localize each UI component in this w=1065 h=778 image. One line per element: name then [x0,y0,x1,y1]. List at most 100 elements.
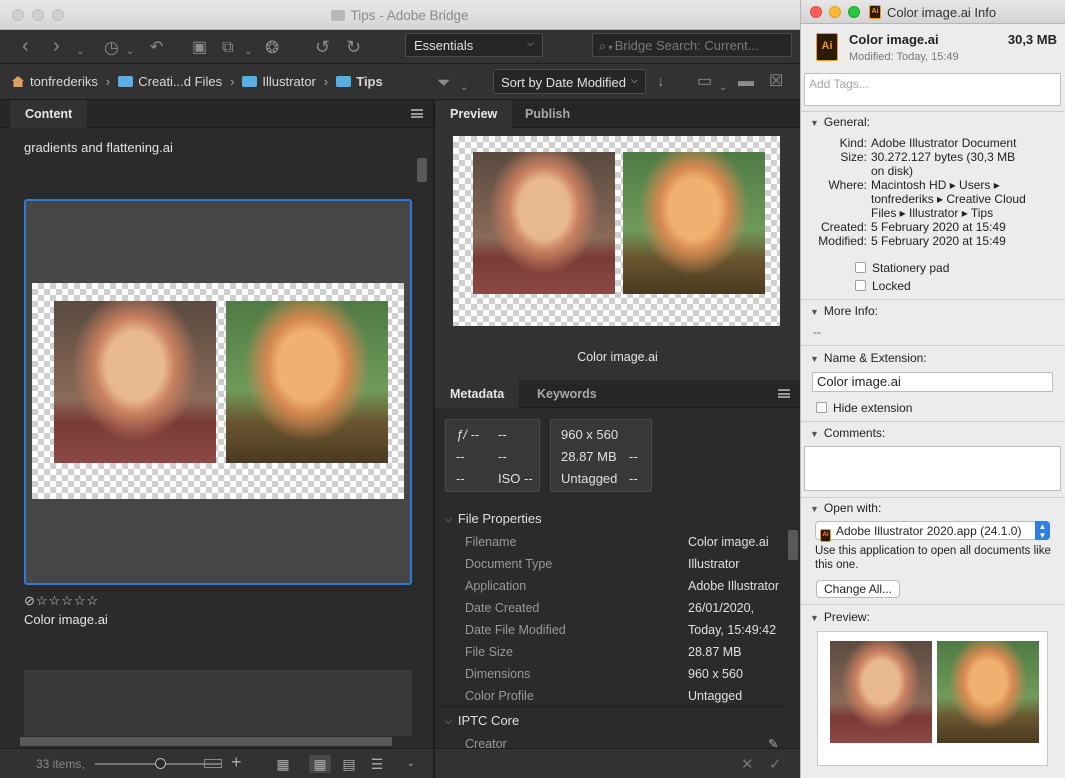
metadata-scrollbar[interactable] [786,510,800,748]
chevron-down-icon: ⌵ [631,75,638,85]
info-value: 5 February 2020 at 15:49 [871,234,1006,248]
locked-checkbox[interactable]: Locked [855,279,911,293]
star-icon[interactable]: ☆ [74,593,87,608]
open-recent-folder-icon[interactable]: ▭ [697,72,712,92]
breadcrumb-label: Illustrator [262,74,316,89]
general-section-header[interactable]: ▼ General: [810,115,870,129]
reject-icon[interactable]: ⊘ [24,593,36,608]
hide-extension-checkbox[interactable]: Hide extension [816,401,912,415]
sort-dropdown[interactable]: Sort by Date Modified ⌵ [493,69,646,94]
return-to-app-icon[interactable]: ↶ [150,38,163,58]
lock-thumbnail-grid-icon[interactable]: ▦ [272,755,294,773]
new-folder-icon[interactable]: ▬ [738,72,754,92]
folder-icon [336,76,352,87]
checkbox-box[interactable] [816,402,827,413]
info-modified: Modified: Today, 15:49 [849,51,959,63]
tab-publish[interactable]: Publish [510,100,585,128]
bridge-search-field[interactable]: ⌕ ▾ Bridge Search: Current... [592,33,792,57]
history-chevron-down-icon[interactable]: ⌄ [76,42,84,62]
back-icon[interactable]: ‹ [22,36,29,56]
checkbox-box[interactable] [855,280,866,291]
rotate-left-icon[interactable]: ↺ [315,37,330,57]
recent-folder-chevron-down-icon[interactable]: ⌄ [719,78,727,98]
bridge-window-title: Tips - Adobe Bridge [350,8,469,23]
section-divider [801,299,1065,300]
star-icon[interactable]: ☆ [36,593,49,608]
star-rating[interactable]: ⊘☆☆☆☆☆ [24,593,99,609]
plus-icon[interactable]: + [231,752,242,773]
minimize-window-button[interactable] [829,6,841,18]
close-window-button[interactable] [810,6,822,18]
selected-item-name[interactable]: Color image.ai [24,612,108,627]
tab-content[interactable]: Content [10,100,88,128]
apply-check-icon[interactable]: ✓ [769,755,782,773]
open-with-section-header[interactable]: ▼ Open with: [810,501,881,515]
sort-direction-arrow-icon[interactable]: ↓ [657,72,665,92]
change-all-button[interactable]: Change All... [816,580,901,598]
tab-metadata[interactable]: Metadata [435,380,520,408]
filter-chevron-down-icon[interactable]: ⌄ [460,78,468,98]
recent-clock-icon[interactable]: ◷ [104,38,119,58]
content-scrollbar[interactable] [415,128,429,736]
content-hscrollbar-thumb[interactable] [20,737,392,746]
star-icon[interactable]: ☆ [61,593,74,608]
property-row: File Size 28.87 MB [465,645,795,667]
image-data-value: -- [629,471,638,486]
breadcrumb-creative-cloud[interactable]: Creati...d Files [118,74,222,89]
thumbnail-card[interactable] [24,670,412,736]
info-key: Where: [828,178,867,192]
breadcrumb-illustrator[interactable]: Illustrator [242,74,316,89]
stationery-checkbox[interactable]: Stationery pad [855,261,949,275]
star-icon[interactable]: ☆ [87,593,100,608]
zoom-window-button[interactable] [848,6,860,18]
forward-icon[interactable]: › [53,36,60,56]
thumbnail-size-slider[interactable] [95,758,221,769]
name-field[interactable]: Color image.ai [812,372,1053,392]
tab-preview[interactable]: Preview [435,100,513,128]
tags-input[interactable]: Add Tags... [804,73,1061,106]
breadcrumb-home[interactable]: tonfrederiks [12,74,98,89]
view-list-icon[interactable]: ☰ [366,755,388,773]
comments-section-header[interactable]: ▼ Comments: [810,426,885,440]
file-properties-header[interactable]: ⌵ File Properties [445,511,542,526]
rotate-right-icon[interactable]: ↻ [346,37,361,57]
content-panel-menu-icon[interactable] [411,109,423,118]
selected-thumbnail-card[interactable] [24,199,412,585]
content-scrollbar-thumb[interactable] [417,158,427,182]
star-icon[interactable]: ☆ [49,593,62,608]
refine-icon[interactable]: ⧉ [222,38,233,58]
filter-icon[interactable]: ⏷ [437,73,451,93]
cancel-x-icon[interactable]: ✕ [741,755,754,773]
view-thumbnails-icon[interactable]: ▦ [309,755,331,773]
iptc-core-header[interactable]: ⌵ IPTC Core [445,713,519,728]
view-details-icon[interactable]: ▤ [338,755,360,773]
open-with-popup[interactable]: Ai Adobe Illustrator 2020.app (24.1.0) ▲ ▼ [815,521,1050,542]
workspace-dropdown[interactable]: Essentials ⌵ [405,33,543,57]
refine-chevron-down-icon[interactable]: ⌄ [244,42,252,62]
illustrator-app-icon: Ai [820,529,831,542]
property-value: Untagged [688,689,743,703]
comments-field[interactable] [804,446,1061,491]
tab-keywords[interactable]: Keywords [522,380,612,408]
metadata-panel-menu-icon[interactable] [778,389,790,398]
breadcrumb-label: Creati...d Files [138,74,223,89]
trash-icon[interactable]: ☒ [769,72,783,92]
camera-import-icon[interactable]: ▣ [192,38,207,58]
name-field-value: Color image.ai [817,374,901,389]
open-in-camera-raw-icon[interactable]: ❂ [265,38,279,58]
property-row: Application Adobe Illustrator [465,579,795,601]
breadcrumb-tips[interactable]: Tips [336,74,383,89]
metadata-scrollbar-thumb[interactable] [788,530,798,560]
checkbox-box[interactable] [855,262,866,273]
view-chevron-down-icon[interactable]: ⌄ [400,755,422,773]
metadata-panel-header: Metadata Keywords [435,380,800,408]
folder-item-name[interactable]: gradients and flattening.ai [24,140,173,155]
open-with-title: Open with: [823,501,882,515]
recent-chevron-down-icon[interactable]: ⌄ [126,42,134,62]
name-extension-section-header[interactable]: ▼ Name & Extension: [810,351,927,365]
more-info-section-header[interactable]: ▼ More Info: [810,304,878,318]
slider-knob[interactable] [155,758,166,769]
large-thumbnail-icon[interactable] [204,759,222,768]
preview-section-header[interactable]: ▼ Preview: [810,610,870,624]
content-hscrollbar[interactable] [10,736,415,748]
